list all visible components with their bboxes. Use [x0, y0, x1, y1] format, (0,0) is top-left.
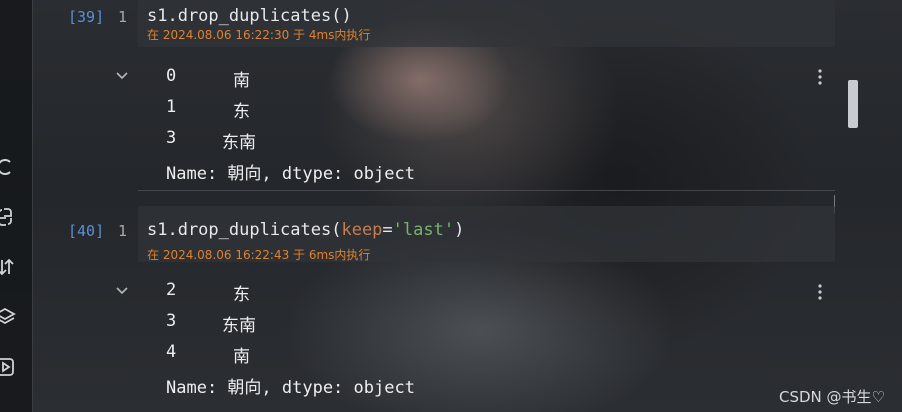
layers-icon[interactable] — [0, 306, 16, 328]
code-string: 'last' — [392, 220, 455, 240]
vertical-scrollbar[interactable] — [846, 0, 860, 412]
line-number: 1 — [118, 8, 128, 26]
cell-prompt: [39] — [68, 8, 105, 26]
output-value: 南 — [233, 347, 250, 367]
code-cell-39[interactable]: s1.drop_duplicates() 在 2024.08.06 16:22:… — [138, 0, 835, 47]
line-number: 1 — [118, 222, 128, 240]
output-index: 3 — [166, 128, 177, 148]
code-call: s1.drop_duplicates( — [147, 220, 342, 240]
output-value: 东南 — [222, 316, 256, 336]
output-footer: Name: 朝向, dtype: object — [166, 164, 415, 184]
code-text[interactable]: s1.drop_duplicates() — [147, 6, 352, 26]
cell-divider — [138, 190, 835, 191]
python-icon[interactable] — [0, 206, 16, 228]
output-value: 东 — [233, 102, 250, 122]
notebook-view: [39] 1 s1.drop_duplicates() 在 2024.08.06… — [0, 0, 902, 412]
execution-info: 在 2024.08.06 16:22:30 于 4ms内执行 — [147, 28, 371, 42]
more-options-icon[interactable] — [812, 283, 828, 301]
play-icon[interactable] — [0, 356, 16, 378]
execution-info: 在 2024.08.06 16:22:43 于 6ms内执行 — [147, 248, 371, 262]
code-close-paren: ) — [454, 220, 465, 240]
sort-icon[interactable] — [0, 256, 16, 278]
collapse-output-icon[interactable] — [114, 67, 130, 83]
output-value: 东南 — [222, 133, 256, 153]
cell-prompt: [40] — [68, 222, 105, 240]
scrollbar-thumb[interactable] — [848, 80, 858, 128]
output-index: 2 — [166, 280, 177, 300]
output-index: 3 — [166, 311, 177, 331]
refresh-icon[interactable] — [0, 156, 16, 178]
output-footer: Name: 朝向, dtype: object — [166, 378, 415, 398]
more-options-icon[interactable] — [812, 68, 828, 86]
code-equals: = — [382, 220, 393, 240]
output-index: 4 — [166, 342, 177, 362]
collapse-output-icon[interactable] — [114, 282, 130, 298]
code-text[interactable]: s1.drop_duplicates(keep='last') — [147, 220, 464, 240]
output-index: 1 — [166, 97, 177, 117]
left-tool-strip — [0, 0, 33, 412]
code-keyword-arg: keep — [341, 220, 383, 240]
output-index: 0 — [166, 66, 177, 86]
output-value: 东 — [233, 285, 250, 305]
watermark: CSDN @书生♡ — [779, 388, 885, 406]
code-cell-40[interactable]: s1.drop_duplicates(keep='last') 在 2024.0… — [138, 206, 835, 262]
output-value: 南 — [233, 71, 250, 91]
